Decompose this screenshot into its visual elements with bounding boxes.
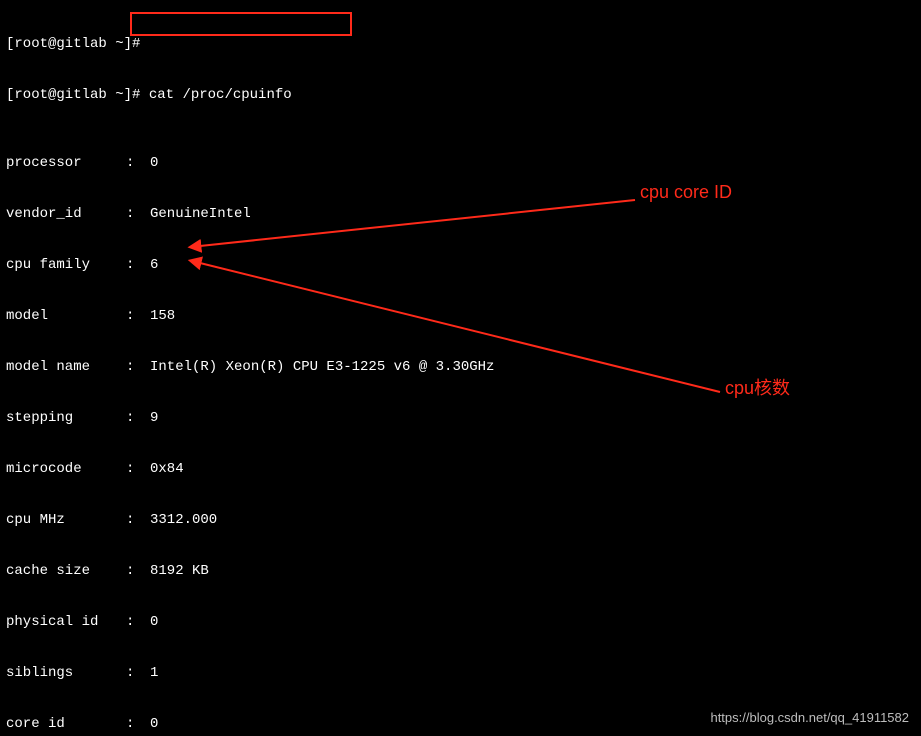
kv-key: model — [6, 308, 126, 325]
kv-sep: : — [126, 257, 150, 274]
prompt-text: ]# — [124, 87, 149, 103]
kv-row: siblings: 1 — [6, 665, 921, 682]
kv-val: 158 — [150, 308, 175, 325]
kv-sep: : — [126, 614, 150, 631]
prompt-line-1[interactable]: [root@gitlab ~]# cat /proc/cpuinfo — [6, 87, 921, 104]
kv-val: 0 — [150, 716, 158, 733]
kv-key: stepping — [6, 410, 126, 427]
kv-key: cpu family — [6, 257, 126, 274]
kv-val: 8192 KB — [150, 563, 209, 580]
command-text: cat /proc/cpuinfo — [149, 87, 292, 103]
kv-row: microcode: 0x84 — [6, 461, 921, 478]
kv-sep: : — [126, 359, 150, 376]
kv-sep: : — [126, 512, 150, 529]
kv-key: vendor_id — [6, 206, 126, 223]
kv-row: processor: 0 — [6, 155, 921, 172]
kv-row: physical id: 0 — [6, 614, 921, 631]
kv-key: physical id — [6, 614, 126, 631]
kv-row: stepping: 9 — [6, 410, 921, 427]
kv-key: cache size — [6, 563, 126, 580]
kv-val: Intel(R) Xeon(R) CPU E3-1225 v6 @ 3.30GH… — [150, 359, 494, 376]
kv-key: siblings — [6, 665, 126, 682]
kv-val: 0 — [150, 155, 158, 172]
kv-sep: : — [126, 716, 150, 733]
kv-row: cpu MHz: 3312.000 — [6, 512, 921, 529]
kv-sep: : — [126, 665, 150, 682]
prompt-line-0: [root@gitlab ~]# — [6, 36, 921, 53]
kv-val: GenuineIntel — [150, 206, 251, 223]
kv-row: model name: Intel(R) Xeon(R) CPU E3-1225… — [6, 359, 921, 376]
kv-row: cache size: 8192 KB — [6, 563, 921, 580]
kv-sep: : — [126, 206, 150, 223]
kv-key: processor — [6, 155, 126, 172]
kv-key: cpu MHz — [6, 512, 126, 529]
kv-val: 3312.000 — [150, 512, 217, 529]
prompt-text: [root@gitlab — [6, 87, 115, 103]
kv-sep: : — [126, 155, 150, 172]
kv-key: model name — [6, 359, 126, 376]
prompt-text: [root@gitlab ~]# — [6, 36, 140, 52]
tilde: ~ — [115, 87, 123, 103]
terminal-output: [root@gitlab ~]# [root@gitlab ~]# cat /p… — [0, 0, 921, 736]
kv-sep: : — [126, 308, 150, 325]
kv-row: cpu family: 6 — [6, 257, 921, 274]
kv-sep: : — [126, 461, 150, 478]
kv-val: 0 — [150, 614, 158, 631]
kv-val: 0x84 — [150, 461, 184, 478]
kv-val: 9 — [150, 410, 158, 427]
kv-row: vendor_id: GenuineIntel — [6, 206, 921, 223]
kv-val: 6 — [150, 257, 158, 274]
watermark-text: https://blog.csdn.net/qq_41911582 — [710, 709, 909, 726]
kv-val: 1 — [150, 665, 158, 682]
kv-key: core id — [6, 716, 126, 733]
kv-row: model: 158 — [6, 308, 921, 325]
kv-sep: : — [126, 563, 150, 580]
kv-key: microcode — [6, 461, 126, 478]
kv-sep: : — [126, 410, 150, 427]
